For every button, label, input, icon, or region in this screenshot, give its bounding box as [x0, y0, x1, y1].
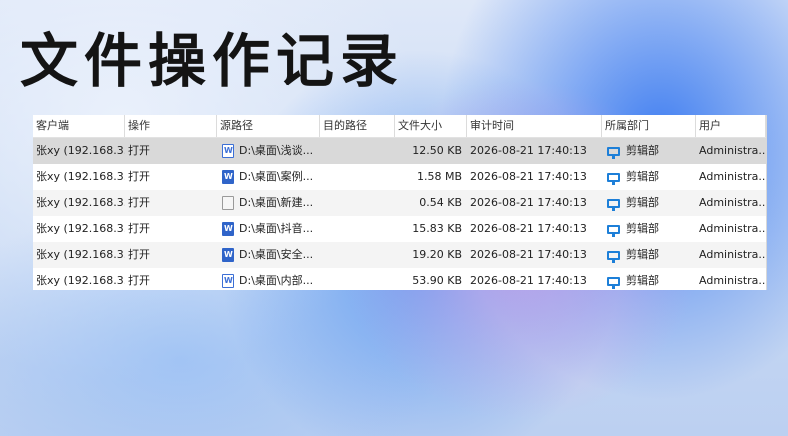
column-header-operation[interactable]: 操作 [125, 115, 217, 137]
audit-time-cell: 2026-08-21 17:40:13 [470, 170, 587, 183]
department-text: 剪辑部 [626, 274, 659, 287]
monitor-icon [607, 250, 620, 263]
monitor-icon [607, 276, 620, 289]
source-path-cell: D:\桌面\案例... [217, 164, 320, 190]
source-path-text: D:\桌面\抖音... [239, 222, 314, 235]
audit-time-cell: 2026-08-21 17:40:13 [470, 274, 587, 287]
table-row[interactable]: 张xy (192.168.3... 打开 D:\桌面\抖音... 15.83 K… [33, 216, 766, 242]
audit-time-cell: 2026-08-21 17:40:13 [470, 248, 587, 261]
monitor-icon [607, 146, 620, 159]
source-path-cell: D:\桌面\浅谈... [217, 138, 320, 164]
client-cell: 张xy (192.168.3... [36, 170, 125, 183]
audit-time-cell: 2026-08-21 17:40:13 [470, 144, 587, 157]
department-text: 剪辑部 [626, 170, 659, 183]
source-path-cell: D:\桌面\内部... [217, 268, 320, 290]
department-cell: 剪辑部 [602, 242, 696, 268]
source-path-text: D:\桌面\浅谈... [239, 144, 314, 157]
user-cell: Administra... [699, 170, 766, 183]
user-cell: Administra... [699, 144, 766, 157]
operation-cell: 打开 [128, 274, 150, 287]
user-cell: Administra... [699, 274, 766, 287]
monitor-icon [607, 198, 620, 211]
word-outline-icon [222, 144, 234, 158]
word-outline-icon [222, 274, 234, 288]
file-size-cell: 15.83 KB [412, 222, 462, 235]
file-size-cell: 12.50 KB [412, 144, 462, 157]
column-header-department[interactable]: 所属部门 [602, 115, 696, 137]
department-cell: 剪辑部 [602, 164, 696, 190]
client-cell: 张xy (192.168.3... [36, 144, 125, 157]
operation-cell: 打开 [128, 170, 150, 183]
source-path-text: D:\桌面\新建... [239, 196, 314, 209]
department-text: 剪辑部 [626, 196, 659, 209]
file-operation-table: 客户端 操作 源路径 目的路径 文件大小 审计时间 所属部门 用户 张xy (1… [33, 115, 767, 290]
word-icon [222, 170, 234, 184]
word-icon [222, 222, 234, 236]
column-header-source-path[interactable]: 源路径 [217, 115, 320, 137]
operation-cell: 打开 [128, 196, 150, 209]
source-path-text: D:\桌面\安全... [239, 248, 314, 261]
table-row[interactable]: 张xy (192.168.3... 打开 D:\桌面\浅谈... 12.50 K… [33, 138, 766, 164]
monitor-icon [607, 172, 620, 185]
table-row[interactable]: 张xy (192.168.3... 打开 D:\桌面\新建... 0.54 KB… [33, 190, 766, 216]
source-path-text: D:\桌面\案例... [239, 170, 314, 183]
user-cell: Administra... [699, 222, 766, 235]
table-header: 客户端 操作 源路径 目的路径 文件大小 审计时间 所属部门 用户 [33, 115, 766, 138]
source-path-cell: D:\桌面\抖音... [217, 216, 320, 242]
user-cell: Administra... [699, 248, 766, 261]
column-header-user[interactable]: 用户 [696, 115, 766, 137]
department-text: 剪辑部 [626, 248, 659, 261]
page-title: 文件操作记录 [20, 27, 405, 95]
client-cell: 张xy (192.168.3... [36, 196, 125, 209]
source-path-text: D:\桌面\内部... [239, 274, 314, 287]
text-file-icon [222, 196, 234, 210]
file-size-cell: 0.54 KB [419, 196, 462, 209]
column-header-client[interactable]: 客户端 [33, 115, 125, 137]
source-path-cell: D:\桌面\新建... [217, 190, 320, 216]
destination-path-cell [320, 268, 395, 290]
user-cell: Administra... [699, 196, 766, 209]
department-cell: 剪辑部 [602, 216, 696, 242]
word-icon [222, 248, 234, 262]
destination-path-cell [320, 216, 395, 242]
file-size-cell: 53.90 KB [412, 274, 462, 287]
source-path-cell: D:\桌面\安全... [217, 242, 320, 268]
audit-time-cell: 2026-08-21 17:40:13 [470, 196, 587, 209]
client-cell: 张xy (192.168.3... [36, 222, 125, 235]
operation-cell: 打开 [128, 222, 150, 235]
destination-path-cell [320, 164, 395, 190]
operation-cell: 打开 [128, 248, 150, 261]
column-header-file-size[interactable]: 文件大小 [395, 115, 467, 137]
file-size-cell: 19.20 KB [412, 248, 462, 261]
table-row[interactable]: 张xy (192.168.3... 打开 D:\桌面\案例... 1.58 MB… [33, 164, 766, 190]
destination-path-cell [320, 190, 395, 216]
client-cell: 张xy (192.168.3... [36, 274, 125, 287]
table-row[interactable]: 张xy (192.168.3... 打开 D:\桌面\安全... 19.20 K… [33, 242, 766, 268]
client-cell: 张xy (192.168.3... [36, 248, 125, 261]
audit-time-cell: 2026-08-21 17:40:13 [470, 222, 587, 235]
department-cell: 剪辑部 [602, 190, 696, 216]
department-cell: 剪辑部 [602, 138, 696, 164]
file-size-cell: 1.58 MB [416, 170, 462, 183]
column-header-destination-path[interactable]: 目的路径 [320, 115, 395, 137]
column-header-audit-time[interactable]: 审计时间 [467, 115, 602, 137]
destination-path-cell [320, 138, 395, 164]
table-row[interactable]: 张xy (192.168.3... 打开 D:\桌面\内部... 53.90 K… [33, 268, 766, 290]
department-cell: 剪辑部 [602, 268, 696, 290]
monitor-icon [607, 224, 620, 237]
department-text: 剪辑部 [626, 222, 659, 235]
operation-cell: 打开 [128, 144, 150, 157]
department-text: 剪辑部 [626, 144, 659, 157]
destination-path-cell [320, 242, 395, 268]
